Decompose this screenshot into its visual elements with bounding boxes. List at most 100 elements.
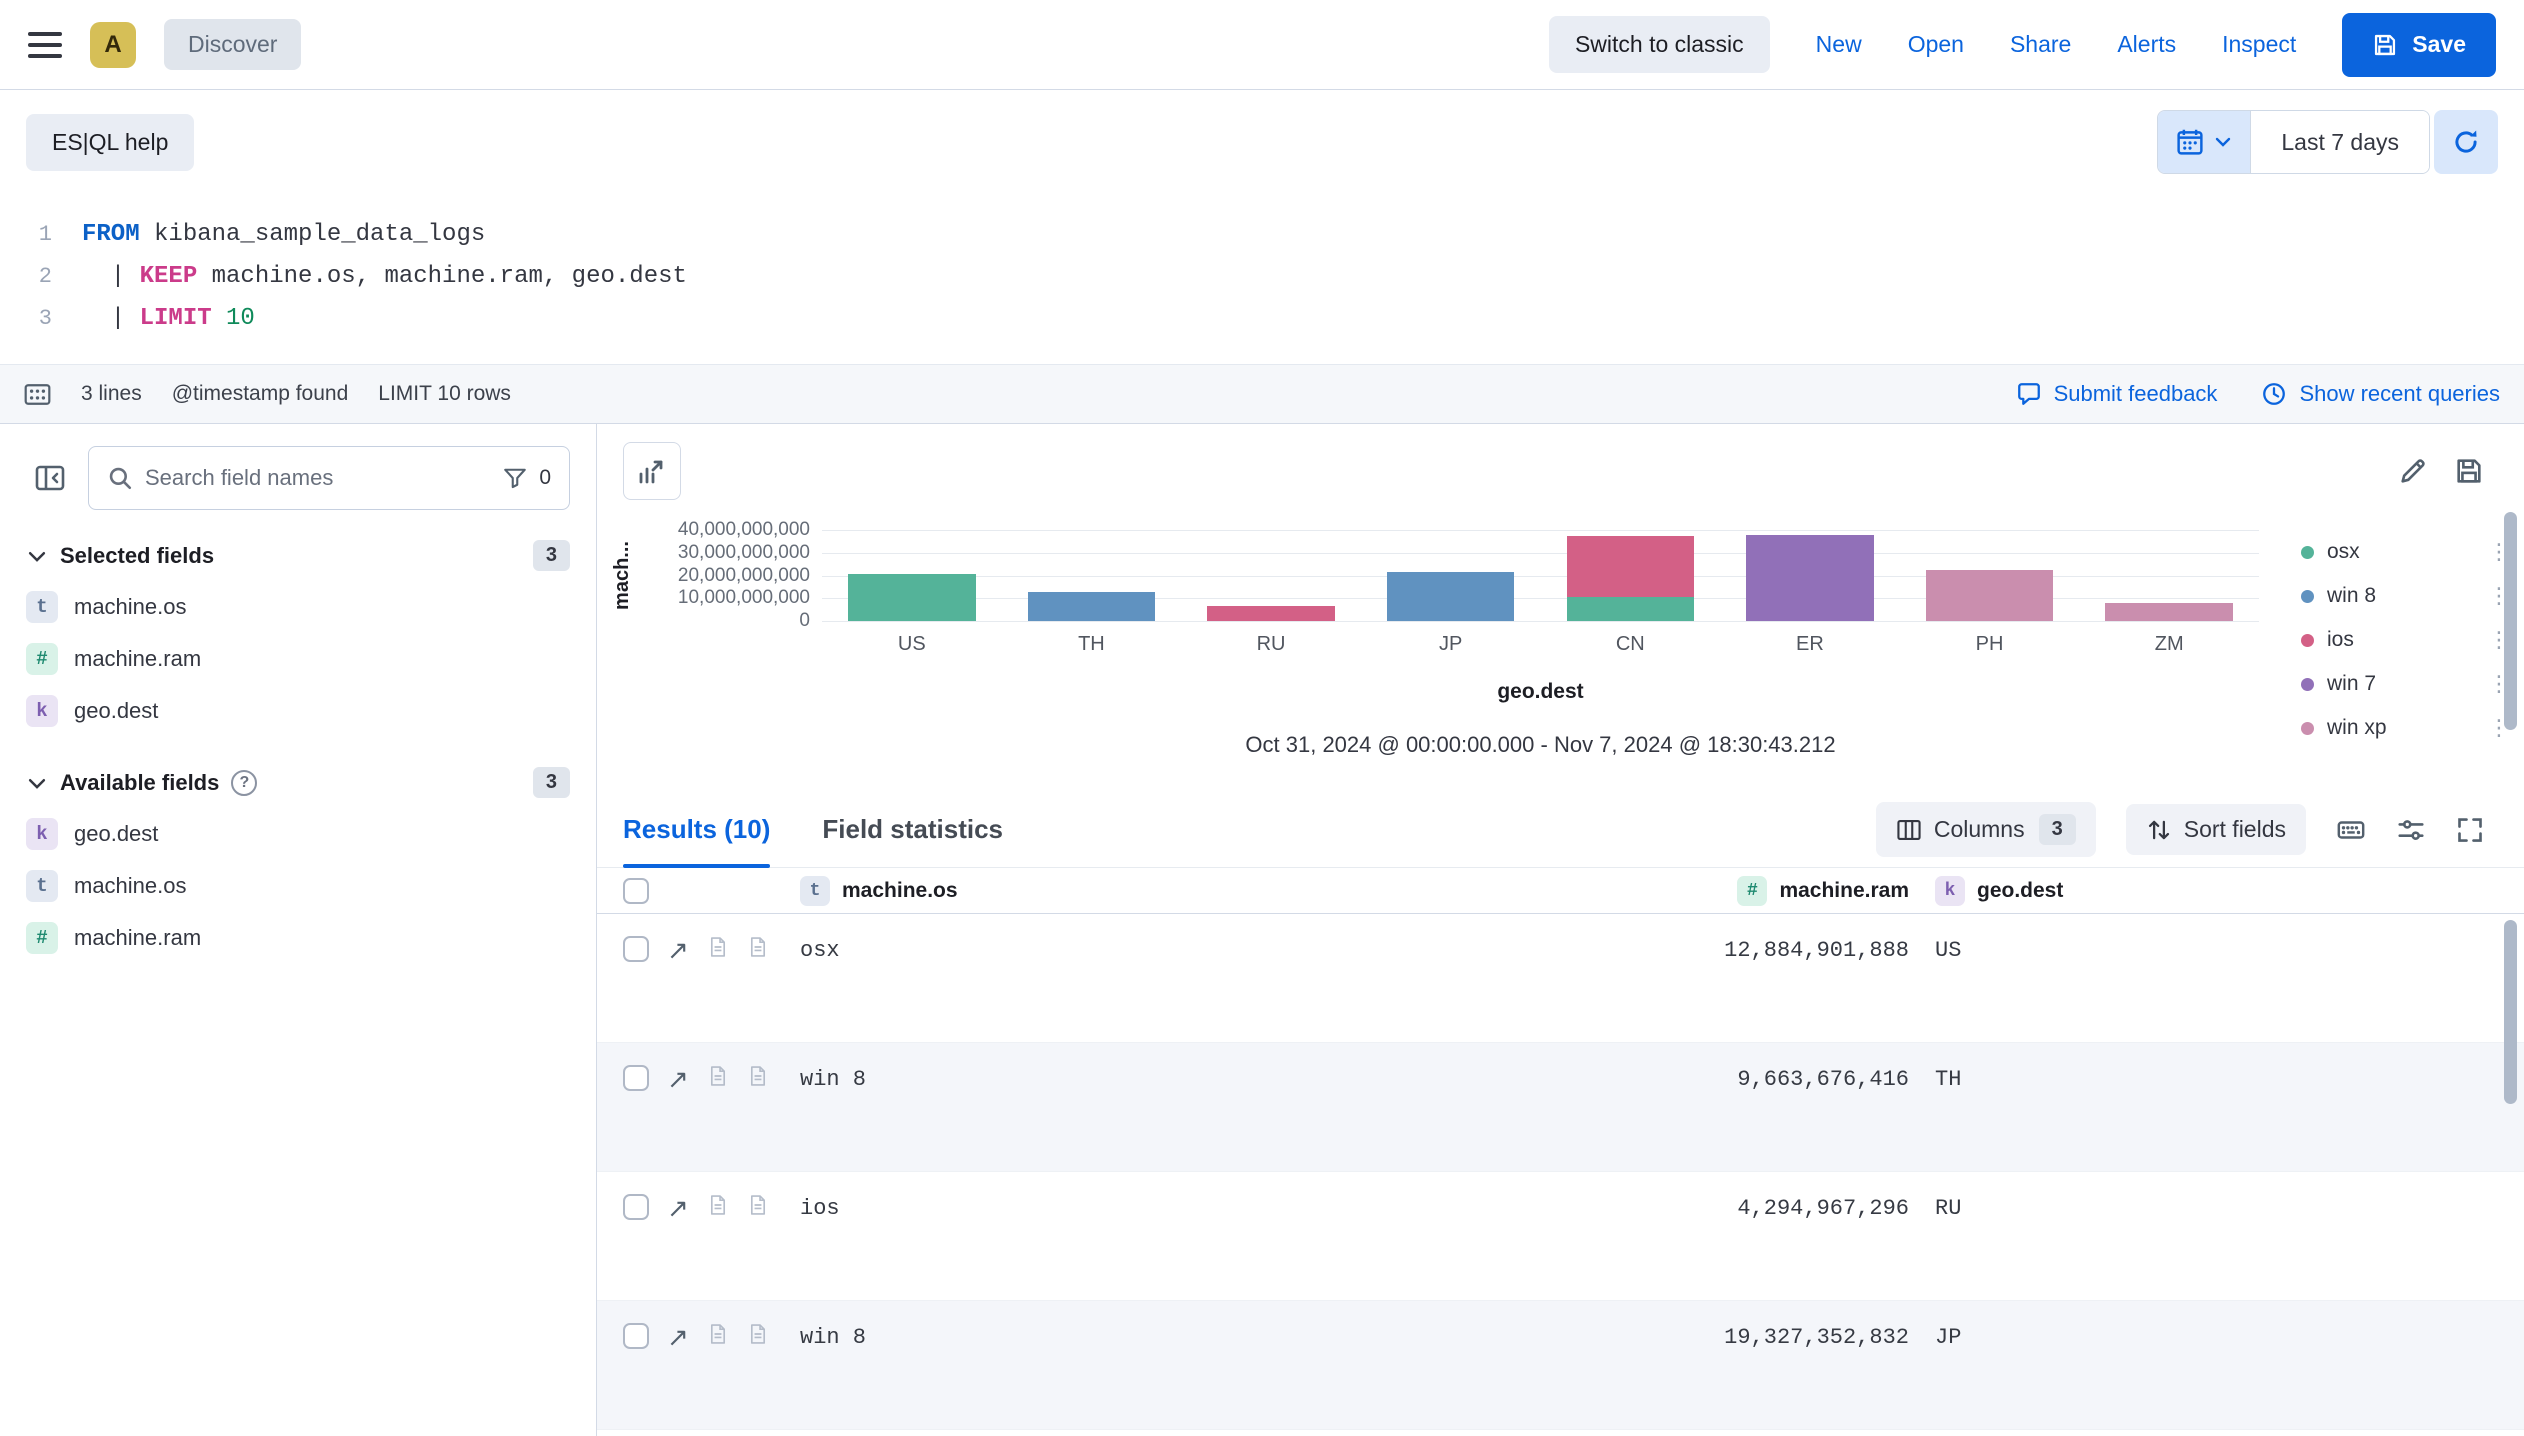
fullscreen-button[interactable] [2456,816,2484,844]
help-icon[interactable]: ? [231,770,257,796]
select-all-checkbox[interactable] [623,878,649,904]
bar-segment-ios[interactable] [1207,606,1335,621]
row-checkbox[interactable] [623,936,649,962]
table-row[interactable]: ↗osx12,884,901,888US [597,914,2524,1043]
sort-fields-button[interactable]: Sort fields [2126,804,2306,855]
compare-doc-icon[interactable] [707,936,729,958]
chart-options-button[interactable] [623,442,681,500]
submit-feedback-link[interactable]: Submit feedback [2016,381,2218,407]
bar-slot [822,530,1002,621]
bar-slot [1900,530,2080,621]
view-doc-icon[interactable] [747,936,769,958]
keyboard-shortcuts-button[interactable] [2336,815,2366,845]
nav-share[interactable]: Share [2010,31,2071,58]
save-button[interactable]: Save [2342,13,2496,77]
row-checkbox[interactable] [623,1323,649,1349]
stacked-bar[interactable] [1567,530,1695,621]
pencil-icon [2398,456,2428,486]
x-tick-label: RU [1181,633,1361,656]
column-header-geo-dest[interactable]: k geo.dest [1909,876,2524,906]
bar-segment-win-xp[interactable] [2105,603,2233,621]
field-filter-icon[interactable] [503,466,527,490]
esql-help-button[interactable]: ES|QL help [26,114,194,171]
menu-icon[interactable] [28,32,62,58]
save-visualization-button[interactable] [2454,456,2484,486]
expand-row-icon[interactable]: ↗ [667,1323,689,1351]
view-doc-icon[interactable] [747,1323,769,1345]
space-avatar[interactable]: A [90,22,136,68]
chart-scrollbar[interactable] [2504,512,2517,730]
table-row[interactable]: ↗ios4,294,967,296RU [597,1172,2524,1301]
field-item[interactable]: kgeo.dest [26,685,570,737]
stacked-bar[interactable] [848,530,976,621]
field-item[interactable]: #machine.ram [26,912,570,964]
legend-item[interactable]: win 8⋮ [2301,574,2524,618]
results-toolbar: Results (10) Field statistics Columns 3 … [597,792,2524,868]
table-row[interactable]: ↗win 89,663,676,416TH [597,1043,2524,1172]
expand-row-icon[interactable]: ↗ [667,1194,689,1222]
chevron-down-icon [26,772,48,794]
nav-new[interactable]: New [1816,31,1862,58]
field-item[interactable]: kgeo.dest [26,808,570,860]
date-quick-select-button[interactable] [2158,111,2250,173]
available-fields-header[interactable]: Available fields ? 3 [26,767,570,798]
legend-item[interactable]: ios⋮ [2301,618,2524,662]
y-axis: 40,000,000,00030,000,000,00020,000,000,0… [647,530,822,621]
line-count: 3 lines [81,382,142,406]
breadcrumb[interactable]: Discover [164,19,301,70]
bar-segment-win-7[interactable] [1746,535,1874,621]
switch-to-classic-button[interactable]: Switch to classic [1549,16,1770,73]
compare-doc-icon[interactable] [707,1194,729,1216]
view-doc-icon[interactable] [747,1194,769,1216]
bar-segment-win-xp[interactable] [1926,570,2054,621]
field-item[interactable]: tmachine.os [26,581,570,633]
nav-alerts[interactable]: Alerts [2117,31,2176,58]
stacked-bar[interactable] [2105,530,2233,621]
field-item[interactable]: tmachine.os [26,860,570,912]
show-recent-queries-link[interactable]: Show recent queries [2261,381,2500,407]
stacked-bar[interactable] [1028,530,1156,621]
bar-segment-win-8[interactable] [1387,572,1515,621]
bar-segment-win-8[interactable] [1028,592,1156,621]
compare-doc-icon[interactable] [707,1323,729,1345]
save-label: Save [2412,31,2466,58]
edit-visualization-button[interactable] [2398,456,2428,486]
expand-row-icon[interactable]: ↗ [667,936,689,964]
view-doc-icon[interactable] [747,1065,769,1087]
expand-row-icon[interactable]: ↗ [667,1065,689,1093]
table-row[interactable]: ↗win 819,327,352,832JP [597,1301,2524,1430]
row-checkbox[interactable] [623,1194,649,1220]
legend-item[interactable]: win xp⋮ [2301,706,2524,750]
date-range-button[interactable]: Last 7 days [2250,111,2429,173]
column-header-machine-os[interactable]: t machine.os [800,876,1500,906]
stacked-bar[interactable] [1207,530,1335,621]
tab-results[interactable]: Results (10) [623,792,770,867]
field-search[interactable]: 0 [88,446,570,510]
selected-fields-header[interactable]: Selected fields 3 [26,540,570,571]
refresh-button[interactable] [2434,110,2498,174]
column-header-machine-ram[interactable]: # machine.ram [1500,876,1909,906]
bar-segment-osx[interactable] [848,574,976,621]
legend-item[interactable]: osx⋮ [2301,530,2524,574]
compare-doc-icon[interactable] [707,1065,729,1087]
tab-field-statistics[interactable]: Field statistics [822,792,1003,867]
legend-item[interactable]: win 7⋮ [2301,662,2524,706]
stacked-bar[interactable] [1926,530,2054,621]
field-search-input[interactable] [145,465,491,491]
row-checkbox[interactable] [623,1065,649,1091]
table-scrollbar[interactable] [2504,920,2517,1104]
nav-open[interactable]: Open [1908,31,1964,58]
nav-inspect[interactable]: Inspect [2222,31,2296,58]
legend-label: osx [2327,540,2360,564]
bar-segment-ios[interactable] [1567,536,1695,596]
bar-segment-osx[interactable] [1567,597,1695,621]
stacked-bar[interactable] [1746,530,1874,621]
columns-button[interactable]: Columns 3 [1876,802,2096,857]
esql-editor[interactable]: 1FROM kibana_sample_data_logs2 | KEEP ma… [0,194,2524,364]
machine-os-cell: win 8 [800,1301,1500,1429]
stacked-bar[interactable] [1387,530,1515,621]
collapse-sidebar-button[interactable] [26,454,74,502]
field-item[interactable]: #machine.ram [26,633,570,685]
display-options-button[interactable] [2396,815,2426,845]
field-name: geo.dest [74,821,158,847]
